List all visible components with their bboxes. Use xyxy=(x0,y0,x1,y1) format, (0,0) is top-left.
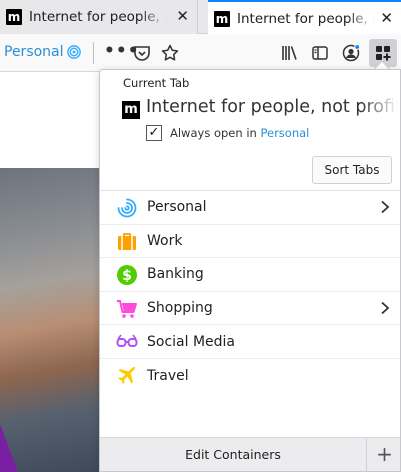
pocket-icon[interactable] xyxy=(133,44,151,62)
container-row-work[interactable]: Work xyxy=(100,225,400,259)
section-title: Current Tab xyxy=(123,76,190,90)
container-name: Work xyxy=(147,232,183,249)
site-favicon: m xyxy=(214,10,230,27)
container-row-social-media[interactable]: Social Media xyxy=(100,325,400,359)
chevron-right-icon[interactable] xyxy=(380,301,390,315)
container-row-personal[interactable]: Personal xyxy=(100,191,400,225)
tab-active[interactable]: m Internet for people, not profit ✕ xyxy=(208,0,401,35)
fingerprint-icon xyxy=(117,198,137,218)
always-open-container: Personal xyxy=(260,126,310,140)
bookmark-star-icon[interactable] xyxy=(161,44,179,62)
container-indicator-label[interactable]: Personal xyxy=(4,44,64,60)
panel-footer: Edit Containers + xyxy=(100,437,400,471)
containers-extension-icon xyxy=(376,46,391,61)
svg-text:$: $ xyxy=(122,268,132,284)
fingerprint-icon xyxy=(67,45,81,59)
add-container-button[interactable]: + xyxy=(366,438,400,471)
tab-title: Internet for people, not profit xyxy=(237,10,375,27)
page-photo xyxy=(0,168,100,472)
glasses-icon xyxy=(116,334,138,348)
container-row-banking[interactable]: $ Banking xyxy=(100,258,400,292)
page-accent-shape xyxy=(0,424,18,472)
site-favicon: m xyxy=(6,9,22,25)
containers-panel: Current Tab m Internet for people, not p… xyxy=(99,69,401,472)
chevron-right-icon[interactable] xyxy=(380,200,390,214)
container-name: Shopping xyxy=(147,300,213,317)
current-tab-favicon: m xyxy=(122,101,140,119)
tab-title: Internet for people, not profit xyxy=(29,9,167,25)
close-icon[interactable]: ✕ xyxy=(380,10,393,26)
always-open-checkbox[interactable]: ✓ xyxy=(146,125,162,141)
always-open-label[interactable]: Always open in Personal xyxy=(170,126,309,140)
container-row-travel[interactable]: Travel xyxy=(100,359,400,393)
briefcase-icon xyxy=(118,232,136,250)
tab[interactable]: m Internet for people, not profit ✕ xyxy=(0,0,198,34)
dollar-icon: $ xyxy=(117,265,137,286)
container-name: Travel xyxy=(147,367,189,384)
account-icon[interactable] xyxy=(342,44,360,62)
toolbar-separator xyxy=(93,42,94,64)
sidebar-icon[interactable] xyxy=(311,44,329,62)
current-tab-title: Internet for people, not profit xyxy=(146,97,398,117)
sort-tabs-button[interactable]: Sort Tabs xyxy=(312,156,392,184)
edit-containers-button[interactable]: Edit Containers xyxy=(100,438,366,471)
nav-toolbar: Personal ••• xyxy=(0,34,401,72)
tab-strip: m Internet for people, not profit ✕ m In… xyxy=(0,0,401,35)
container-list: Personal Work $ Banking Shopping Social … xyxy=(100,191,400,393)
library-icon[interactable] xyxy=(281,44,299,62)
container-row-shopping[interactable]: Shopping xyxy=(100,292,400,326)
close-icon[interactable]: ✕ xyxy=(176,8,189,24)
container-name: Personal xyxy=(147,199,207,216)
container-name: Banking xyxy=(147,266,204,283)
always-open-prefix: Always open in xyxy=(170,126,261,140)
plane-icon xyxy=(118,366,136,384)
container-name: Social Media xyxy=(147,333,236,350)
cart-icon xyxy=(117,299,137,318)
